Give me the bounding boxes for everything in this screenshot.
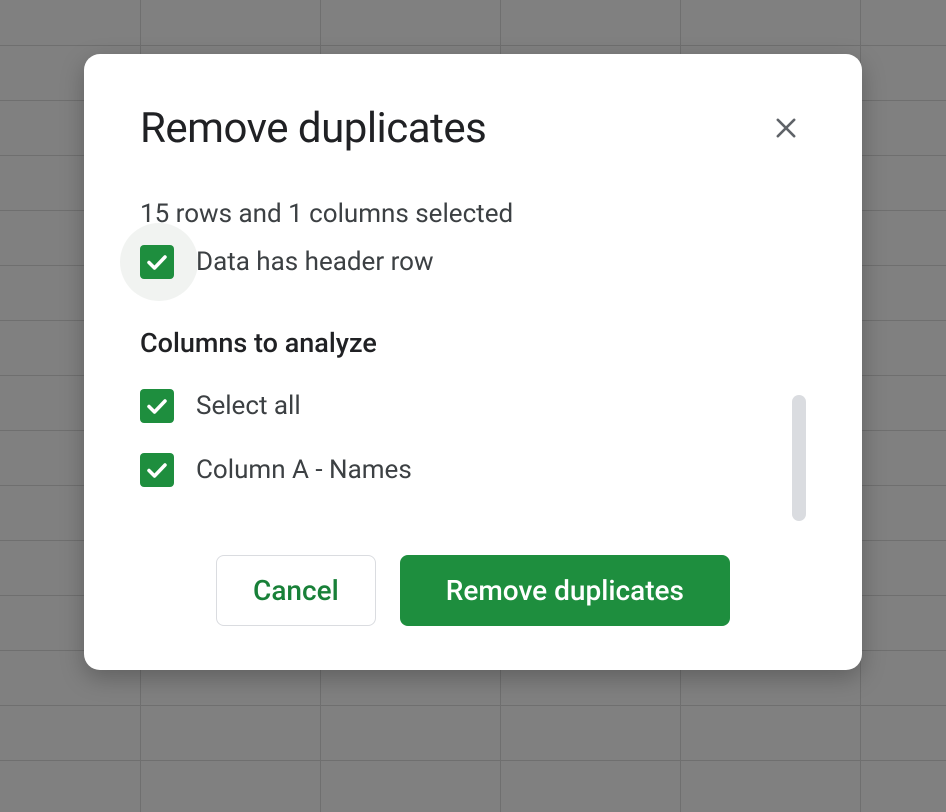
- select-all-checkbox[interactable]: [140, 389, 174, 423]
- cancel-button[interactable]: Cancel: [216, 555, 376, 626]
- close-icon: [772, 114, 800, 142]
- selection-info: 15 rows and 1 columns selected: [140, 199, 806, 229]
- columns-section-heading: Columns to analyze: [140, 327, 806, 359]
- close-button[interactable]: [766, 108, 806, 148]
- select-all-option: Select all: [140, 389, 770, 423]
- check-icon: [145, 250, 169, 274]
- remove-duplicates-button[interactable]: Remove duplicates: [400, 555, 730, 626]
- header-row-checkbox[interactable]: [140, 245, 174, 279]
- columns-list: Select all Column A - Names: [140, 389, 806, 487]
- column-option: Column A - Names: [140, 453, 770, 487]
- remove-duplicates-dialog: Remove duplicates 15 rows and 1 columns …: [84, 54, 862, 670]
- select-all-label: Select all: [196, 391, 301, 421]
- column-checkbox[interactable]: [140, 453, 174, 487]
- header-row-label: Data has header row: [196, 247, 434, 277]
- check-icon: [145, 394, 169, 418]
- dialog-actions: Cancel Remove duplicates: [140, 555, 806, 626]
- column-label: Column A - Names: [196, 455, 412, 485]
- dialog-header: Remove duplicates: [140, 104, 806, 153]
- check-icon: [145, 458, 169, 482]
- dialog-title: Remove duplicates: [140, 104, 486, 153]
- columns-scrollbar[interactable]: [792, 395, 806, 521]
- header-row-option: Data has header row: [140, 245, 806, 279]
